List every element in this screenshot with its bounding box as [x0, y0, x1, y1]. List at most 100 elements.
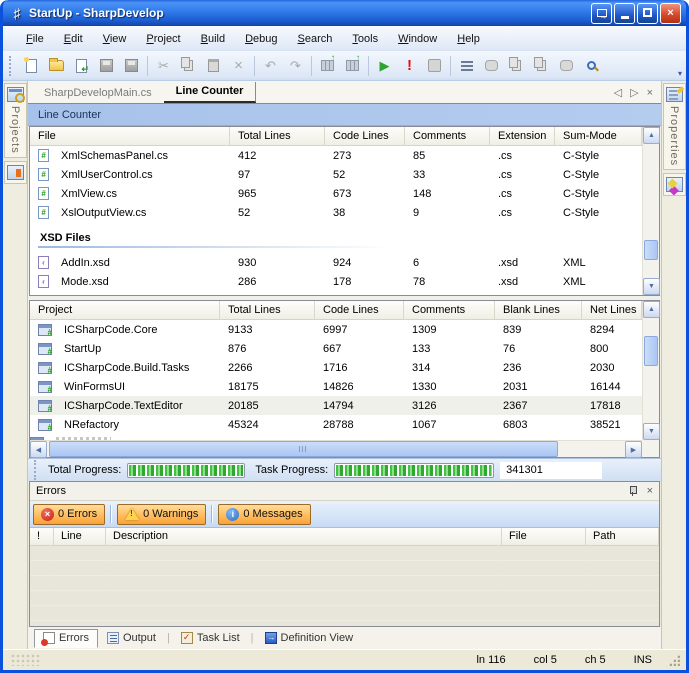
scroll-up-icon[interactable]: ▲ [643, 127, 660, 144]
sidebar-tab-projects[interactable]: Projects [4, 83, 27, 158]
rebuild-button[interactable] [340, 54, 365, 78]
table-row[interactable]: AddIn.xsd 930 924 6 .xsd XML [30, 253, 642, 272]
toggle-bookmark-button[interactable] [479, 54, 504, 78]
scroll-left-icon[interactable]: ◀ [30, 441, 47, 458]
col-extension[interactable]: Extension [490, 127, 555, 145]
col-code-lines[interactable]: Code Lines [325, 127, 405, 145]
table-row[interactable]: XmlSchemasPanel.cs 412 273 85 .cs C-Styl… [30, 146, 642, 165]
sidebar-tab-classes[interactable] [663, 173, 686, 196]
table-row[interactable]: XslOutputView.cs 52 38 9 .cs C-Style [30, 203, 642, 222]
errors-panel-caption[interactable]: Errors × [30, 482, 659, 501]
menu-project[interactable]: Project [137, 30, 189, 48]
resize-grip[interactable] [668, 654, 680, 666]
tab-definition-view[interactable]: Definition View [257, 630, 362, 647]
tab-line-counter[interactable]: Line Counter [164, 82, 257, 103]
col-net-lines[interactable]: Net Lines [582, 301, 642, 319]
maximize-button[interactable] [637, 3, 658, 24]
panel-close-icon[interactable]: × [647, 485, 653, 497]
scroll-down-icon[interactable]: ▼ [643, 278, 660, 295]
redo-button[interactable]: ↷ [283, 54, 308, 78]
table-row[interactable]: WinFormsUI 18175 14826 1330 2031 16144 [30, 377, 642, 396]
tab-task-list[interactable]: Task List [173, 630, 248, 647]
col-file[interactable]: File [30, 127, 230, 145]
menu-search[interactable]: Search [289, 30, 342, 48]
table-row[interactable]: ICSharpCode.TextEditor 20185 14794 3126 … [30, 396, 642, 415]
title-bar[interactable]: ♯ StartUp - SharpDevelop × [3, 0, 686, 26]
context-help-button[interactable] [591, 3, 612, 24]
paste-button[interactable] [201, 54, 226, 78]
tab-sharpdevelopmain[interactable]: SharpDevelopMain.cs [32, 84, 164, 103]
undo-button[interactable]: ↶ [258, 54, 283, 78]
table-row[interactable]: XmlView.cs 965 673 148 .cs C-Style [30, 184, 642, 203]
col-line[interactable]: Line [54, 528, 106, 545]
table-row[interactable]: XmlUserControl.cs 97 52 33 .cs C-Style [30, 165, 642, 184]
menu-window[interactable]: Window [389, 30, 446, 48]
new-file-button[interactable] [19, 54, 44, 78]
menu-help[interactable]: Help [448, 30, 489, 48]
toolbar-overflow-button[interactable]: ▾ [678, 69, 682, 78]
stop-button[interactable] [422, 54, 447, 78]
col-total-lines[interactable]: Total Lines [230, 127, 325, 145]
col-description[interactable]: Description [106, 528, 502, 545]
files-table-header[interactable]: File Total Lines Code Lines Comments Ext… [30, 127, 642, 146]
errors-table-header[interactable]: ! Line Description File Path [30, 528, 659, 546]
col-code-lines[interactable]: Code Lines [315, 301, 404, 319]
menu-view[interactable]: View [94, 30, 136, 48]
save-as-button[interactable] [69, 54, 94, 78]
next-bookmark-button[interactable] [529, 54, 554, 78]
projects-table-hscrollbar[interactable]: ◀ ▶ [30, 440, 642, 457]
projects-table-header[interactable]: Project Total Lines Code Lines Comments … [30, 301, 642, 320]
col-comments[interactable]: Comments [405, 127, 490, 145]
col-path[interactable]: Path [586, 528, 659, 545]
menu-debug[interactable]: Debug [236, 30, 286, 48]
toolbar-grip[interactable] [9, 56, 14, 76]
col-severity[interactable]: ! [30, 528, 54, 545]
col-total-lines[interactable]: Total Lines [220, 301, 315, 319]
scrollbar-thumb[interactable] [49, 441, 558, 457]
col-project[interactable]: Project [30, 301, 220, 319]
scroll-up-icon[interactable]: ▲ [643, 301, 660, 318]
scroll-right-icon[interactable]: ▶ [625, 441, 642, 458]
tab-close-button[interactable]: × [647, 87, 653, 99]
bookmark-list-button[interactable] [454, 54, 479, 78]
scrollbar-thumb[interactable] [644, 240, 658, 260]
projects-table-scrollbar[interactable]: ▲ ▼ [642, 301, 659, 440]
col-sum-mode[interactable]: Sum-Mode [555, 127, 642, 145]
menu-tools[interactable]: Tools [343, 30, 387, 48]
menu-build[interactable]: Build [192, 30, 234, 48]
scroll-down-icon[interactable]: ▼ [643, 423, 660, 440]
sidebar-tab-tools[interactable] [4, 161, 27, 184]
menu-edit[interactable]: Edit [55, 30, 92, 48]
sidebar-tab-properties[interactable]: Properties [663, 83, 686, 170]
tab-scroll-right-button[interactable]: ▷ [630, 86, 638, 99]
delete-button[interactable]: × [226, 54, 251, 78]
prev-bookmark-button[interactable] [504, 54, 529, 78]
close-button[interactable]: × [660, 3, 681, 24]
run-without-debug-button[interactable]: ! [397, 54, 422, 78]
errors-filter-button[interactable]: × 0 Errors [33, 504, 105, 525]
table-row[interactable]: StartUp 876 667 133 76 800 [30, 339, 642, 358]
save-button[interactable] [94, 54, 119, 78]
search-button[interactable] [579, 54, 604, 78]
open-file-button[interactable] [44, 54, 69, 78]
table-row[interactable]: Mode.xsd 286 178 78 .xsd XML [30, 272, 642, 291]
table-row[interactable]: NRefactory 45324 28788 1067 6803 38521 [30, 415, 642, 434]
warnings-filter-button[interactable]: 0 Warnings [117, 504, 206, 525]
scrollbar-thumb[interactable] [644, 336, 658, 366]
table-row[interactable]: ICSharpCode.Core 9133 6997 1309 839 8294 [30, 320, 642, 339]
menu-file[interactable]: File [17, 30, 53, 48]
build-button[interactable] [315, 54, 340, 78]
col-file[interactable]: File [502, 528, 586, 545]
tab-scroll-left-button[interactable]: ◁ [614, 86, 622, 99]
minimize-button[interactable] [614, 3, 635, 24]
pin-icon[interactable] [629, 486, 637, 496]
cut-button[interactable]: ✂ [151, 54, 176, 78]
files-table-scrollbar[interactable]: ▲ ▼ [642, 127, 659, 295]
run-button[interactable]: ▶ [372, 54, 397, 78]
copy-button[interactable] [176, 54, 201, 78]
col-blank-lines[interactable]: Blank Lines [495, 301, 582, 319]
tab-output[interactable]: Output [99, 630, 164, 647]
save-all-button[interactable] [119, 54, 144, 78]
table-row[interactable]: ICSharpCode.Build.Tasks 2266 1716 314 23… [30, 358, 642, 377]
tab-errors[interactable]: Errors [34, 629, 98, 648]
